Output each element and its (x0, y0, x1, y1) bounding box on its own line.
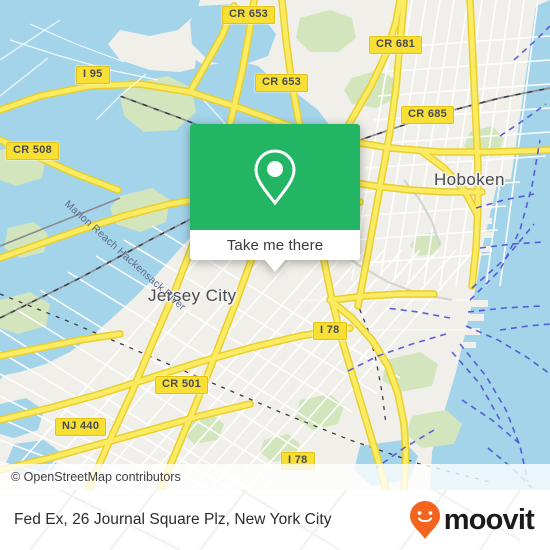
take-me-there-label: Take me there (226, 236, 324, 254)
callout-pointer (264, 259, 286, 272)
road-shield[interactable]: NJ 440 (55, 418, 107, 436)
callout-body[interactable]: Take me there (190, 124, 360, 260)
map-label-hoboken: Hoboken (434, 170, 505, 189)
footer-bar: Fed Ex, 26 Journal Square Plz, New York … (0, 490, 550, 550)
map-pin-icon (254, 149, 296, 206)
map-attribution-bar: © OpenStreetMap contributors (0, 464, 550, 490)
moovit-logo[interactable]: moovit (408, 500, 535, 540)
moovit-smiley-pin-icon (409, 501, 440, 539)
callout-action-bar[interactable]: Take me there (190, 230, 360, 260)
take-me-there-callout[interactable]: Take me there (190, 124, 360, 272)
footer-content: Fed Ex, 26 Journal Square Plz, New York … (0, 490, 550, 550)
road-shield[interactable]: CR 685 (401, 106, 455, 124)
road-shield[interactable]: I 78 (313, 322, 347, 340)
moovit-wordmark: moovit (443, 503, 535, 536)
attribution-text[interactable]: © OpenStreetMap contributors (11, 470, 181, 484)
road-shield[interactable]: CR 681 (369, 36, 423, 54)
road-shield[interactable]: CR 508 (6, 142, 60, 160)
location-title: Fed Ex, 26 Journal Square Plz, New York … (14, 511, 332, 528)
callout-header (190, 124, 360, 230)
road-shield[interactable]: CR 653 (222, 6, 276, 24)
moovit-location-card: CR 653 CR 681 I 95 CR 653 CR 685 CR 508 … (0, 0, 550, 550)
map-canvas[interactable]: CR 653 CR 681 I 95 CR 653 CR 685 CR 508 … (0, 0, 550, 490)
road-shield[interactable]: I 95 (76, 66, 110, 84)
road-shield[interactable]: CR 501 (155, 376, 209, 394)
road-shield[interactable]: CR 653 (255, 74, 309, 92)
